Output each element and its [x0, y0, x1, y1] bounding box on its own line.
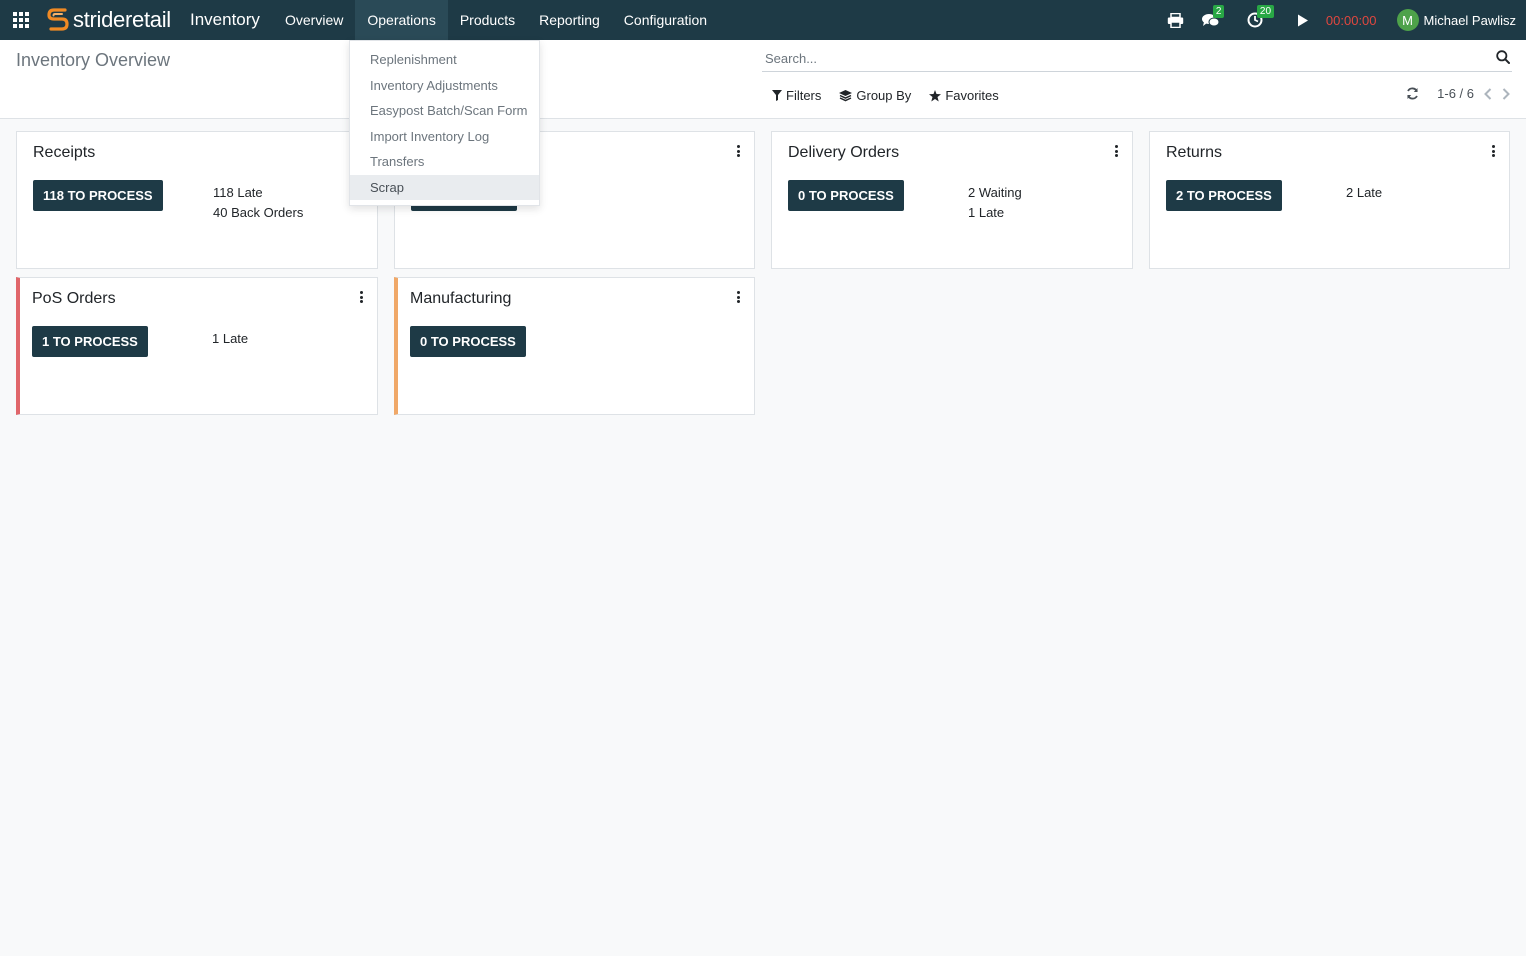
card-title[interactable]: Manufacturing — [410, 290, 511, 308]
stat-late[interactable]: 118 Late — [213, 183, 303, 203]
card-menu-icon[interactable] — [1115, 145, 1119, 157]
filters-button[interactable]: Filters — [772, 88, 821, 103]
chevron-right-icon[interactable] — [1502, 87, 1510, 100]
kanban-card-manufacturing[interactable]: Manufacturing 0 TO PROCESS — [394, 277, 755, 415]
filters-label: Filters — [786, 88, 822, 103]
pager: 1-6 / 6 — [1406, 86, 1510, 101]
timer-display[interactable]: 00:00:00 — [1326, 13, 1377, 28]
card-menu-icon[interactable] — [737, 291, 741, 303]
apps-grid-icon[interactable] — [13, 12, 31, 28]
menu-configuration[interactable]: Configuration — [612, 0, 719, 40]
card-stats: 1 Late — [212, 329, 248, 349]
card-menu-icon[interactable] — [737, 145, 741, 157]
user-avatar[interactable]: M — [1396, 9, 1419, 31]
menu-operations[interactable]: Operations — [355, 0, 448, 40]
search-icon[interactable] — [1496, 50, 1510, 64]
brand-name: strideretail — [73, 7, 171, 32]
kanban-card-receipts[interactable]: Receipts 118 TO PROCESS 118 Late 40 Back… — [16, 131, 378, 269]
stat-late[interactable]: 1 Late — [212, 329, 248, 349]
card-stats: 2 Waiting 1 Late — [968, 183, 1022, 223]
card-title[interactable]: Delivery Orders — [788, 144, 899, 162]
control-panel: Inventory Overview Filters Group By Favo… — [0, 40, 1526, 119]
layers-icon — [839, 89, 853, 101]
menu-item-easypost-batch[interactable]: Easypost Batch/Scan Form — [350, 98, 539, 124]
menu-products[interactable]: Products — [448, 0, 527, 40]
process-button[interactable]: 0 TO PROCESS — [788, 180, 904, 211]
user-name[interactable]: Michael Pawlisz — [1424, 13, 1516, 28]
app-name[interactable]: Inventory — [190, 10, 260, 30]
menu-reporting[interactable]: Reporting — [527, 0, 612, 40]
pager-value[interactable]: 1-6 / 6 — [1437, 86, 1474, 101]
page-title[interactable]: Inventory Overview — [16, 50, 170, 71]
card-title[interactable]: Receipts — [33, 144, 95, 162]
filter-icon — [772, 90, 782, 101]
brand-logo[interactable]: strideretail — [46, 5, 171, 35]
chevron-left-icon[interactable] — [1484, 87, 1492, 100]
process-button[interactable]: 0 TO PROCESS — [410, 326, 526, 357]
search-bar — [762, 46, 1512, 72]
process-button[interactable]: 1 TO PROCESS — [32, 326, 148, 357]
group-by-button[interactable]: Group By — [839, 88, 911, 103]
card-stats: 118 Late 40 Back Orders — [213, 183, 303, 223]
operations-dropdown: Replenishment Inventory Adjustments Easy… — [349, 40, 540, 206]
process-button[interactable]: 118 TO PROCESS — [33, 180, 163, 211]
stat-back-orders[interactable]: 40 Back Orders — [213, 203, 303, 223]
menu-item-transfers[interactable]: Transfers — [350, 149, 539, 175]
menu-item-scrap[interactable]: Scrap — [350, 174, 539, 200]
card-title[interactable]: Returns — [1166, 144, 1222, 162]
menu-item-inventory-adjustments[interactable]: Inventory Adjustments — [350, 73, 539, 99]
kanban-card-returns[interactable]: Returns 2 TO PROCESS 2 Late — [1149, 131, 1510, 269]
play-icon[interactable] — [1292, 9, 1314, 31]
process-button[interactable]: 2 TO PROCESS — [1166, 180, 1282, 211]
stat-waiting[interactable]: 2 Waiting — [968, 183, 1022, 203]
search-input[interactable] — [762, 46, 1462, 70]
top-navbar: strideretail Inventory Overview Operatio… — [0, 0, 1526, 40]
kanban-card-pos-orders[interactable]: PoS Orders 1 TO PROCESS 1 Late — [16, 277, 378, 415]
card-title[interactable]: PoS Orders — [32, 290, 116, 308]
stat-late[interactable]: 1 Late — [968, 203, 1022, 223]
messages-badge: 2 — [1212, 5, 1225, 18]
activities-badge: 20 — [1256, 5, 1275, 18]
favorites-label: Favorites — [945, 88, 999, 103]
group-by-label: Group By — [856, 88, 912, 103]
print-icon[interactable] — [1165, 9, 1187, 31]
messages-icon[interactable]: 2 — [1200, 5, 1225, 31]
reload-icon[interactable] — [1406, 87, 1419, 100]
card-menu-icon[interactable] — [360, 291, 364, 303]
menu-item-import-inventory-log[interactable]: Import Inventory Log — [350, 124, 539, 150]
stride-logo-icon — [47, 8, 69, 31]
menu-item-replenishment[interactable]: Replenishment — [350, 47, 539, 73]
kanban-card-delivery-orders[interactable]: Delivery Orders 0 TO PROCESS 2 Waiting 1… — [771, 131, 1133, 269]
navbar-systray: 2 20 00:00:00 M Michael Pawlisz — [1165, 0, 1526, 40]
main-menu: Overview Operations Products Reporting C… — [273, 0, 719, 40]
stat-late[interactable]: 2 Late — [1346, 183, 1382, 203]
star-icon — [929, 89, 942, 101]
activity-clock-icon[interactable]: 20 — [1244, 5, 1275, 31]
card-menu-icon[interactable] — [1492, 145, 1496, 157]
menu-overview[interactable]: Overview — [273, 0, 355, 40]
card-stats: 2 Late — [1346, 183, 1382, 203]
favorites-button[interactable]: Favorites — [929, 88, 999, 103]
search-options: Filters Group By Favorites — [772, 88, 999, 103]
